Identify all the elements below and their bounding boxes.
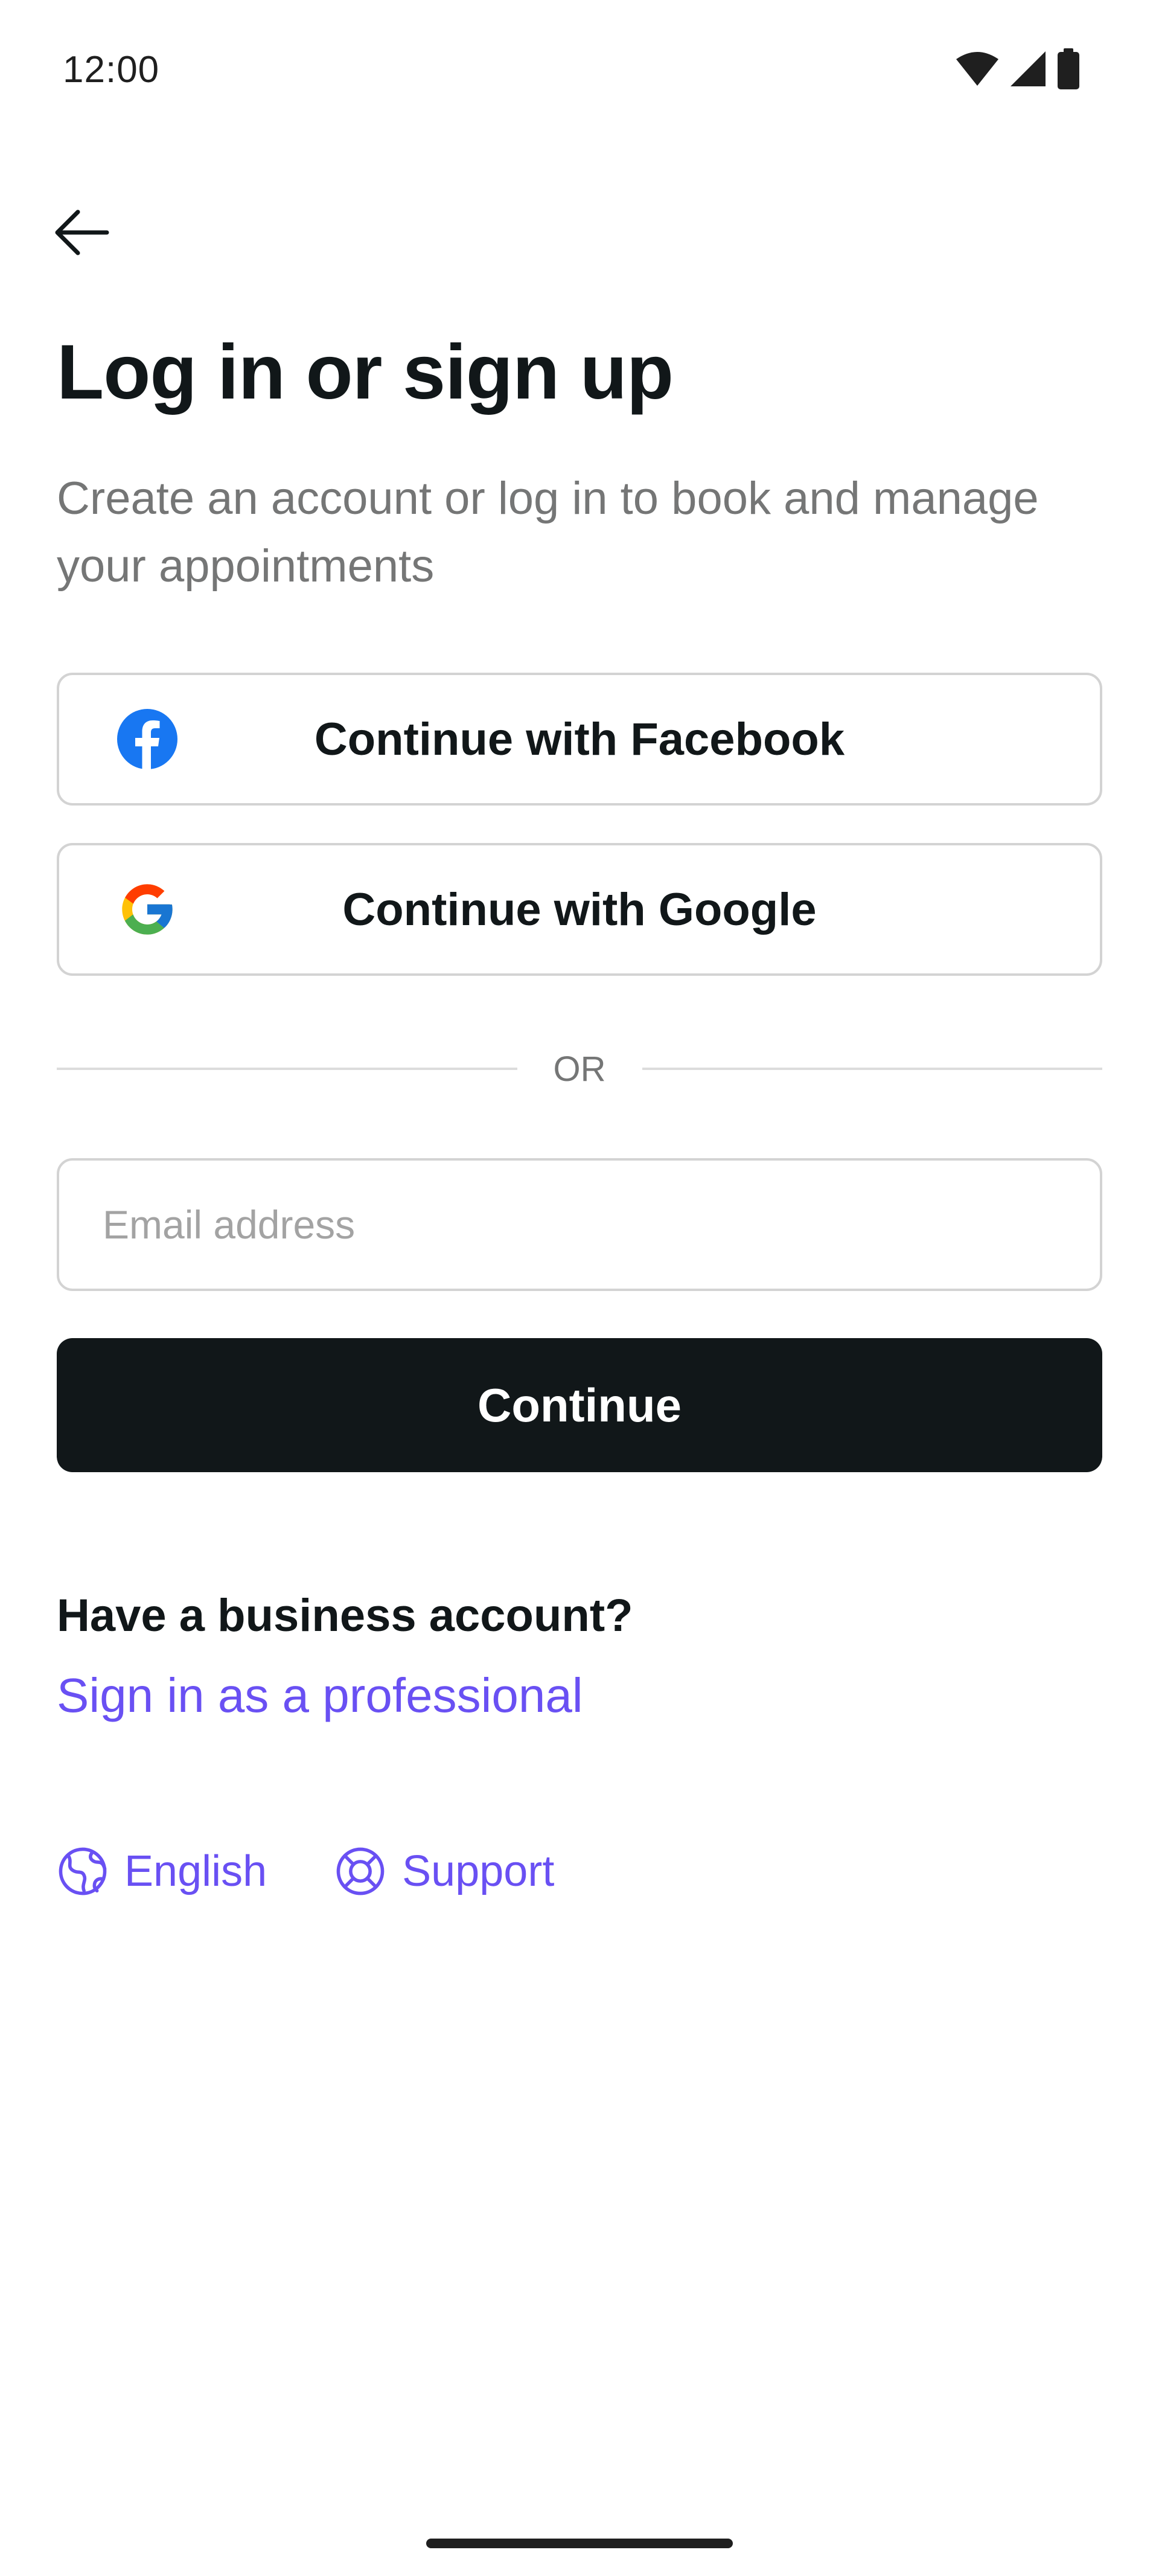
- home-indicator[interactable]: [426, 2539, 733, 2548]
- divider-text: OR: [553, 1049, 606, 1089]
- status-time: 12:00: [63, 49, 160, 91]
- cellular-signal-icon: [1011, 51, 1046, 86]
- divider-line-left: [57, 1068, 517, 1070]
- continue-button[interactable]: Continue: [57, 1338, 1102, 1472]
- google-icon: [122, 884, 173, 935]
- support-label: Support: [402, 1847, 555, 1895]
- arrow-left-icon: [55, 210, 109, 255]
- status-bar: 12:00: [0, 0, 1159, 139]
- globe-icon: [59, 1847, 107, 1895]
- divider-line-right: [642, 1068, 1102, 1070]
- facebook-button-label: Continue with Facebook: [314, 713, 845, 765]
- language-selector[interactable]: English: [57, 1845, 267, 1897]
- facebook-icon: [117, 709, 177, 769]
- status-icons: [955, 48, 1081, 89]
- page-title: Log in or sign up: [57, 329, 674, 415]
- sign-in-as-professional-link[interactable]: Sign in as a professional: [57, 1668, 583, 1723]
- google-button-label: Continue with Google: [342, 883, 817, 935]
- page-subtitle: Create an account or log in to book and …: [57, 473, 1039, 592]
- continue-with-facebook-button[interactable]: Continue with Facebook: [57, 673, 1102, 806]
- battery-icon: [1058, 48, 1079, 89]
- business-account-heading: Have a business account?: [57, 1590, 633, 1641]
- language-label: English: [124, 1847, 267, 1895]
- back-button[interactable]: [42, 193, 121, 272]
- continue-with-google-button[interactable]: Continue with Google: [57, 843, 1102, 976]
- wifi-icon: [956, 52, 998, 86]
- or-divider: OR: [57, 1039, 1102, 1099]
- support-link[interactable]: Support: [334, 1845, 554, 1897]
- email-input[interactable]: [57, 1158, 1102, 1291]
- lifebuoy-icon: [336, 1847, 385, 1895]
- footer-links: English Support: [57, 1845, 554, 1897]
